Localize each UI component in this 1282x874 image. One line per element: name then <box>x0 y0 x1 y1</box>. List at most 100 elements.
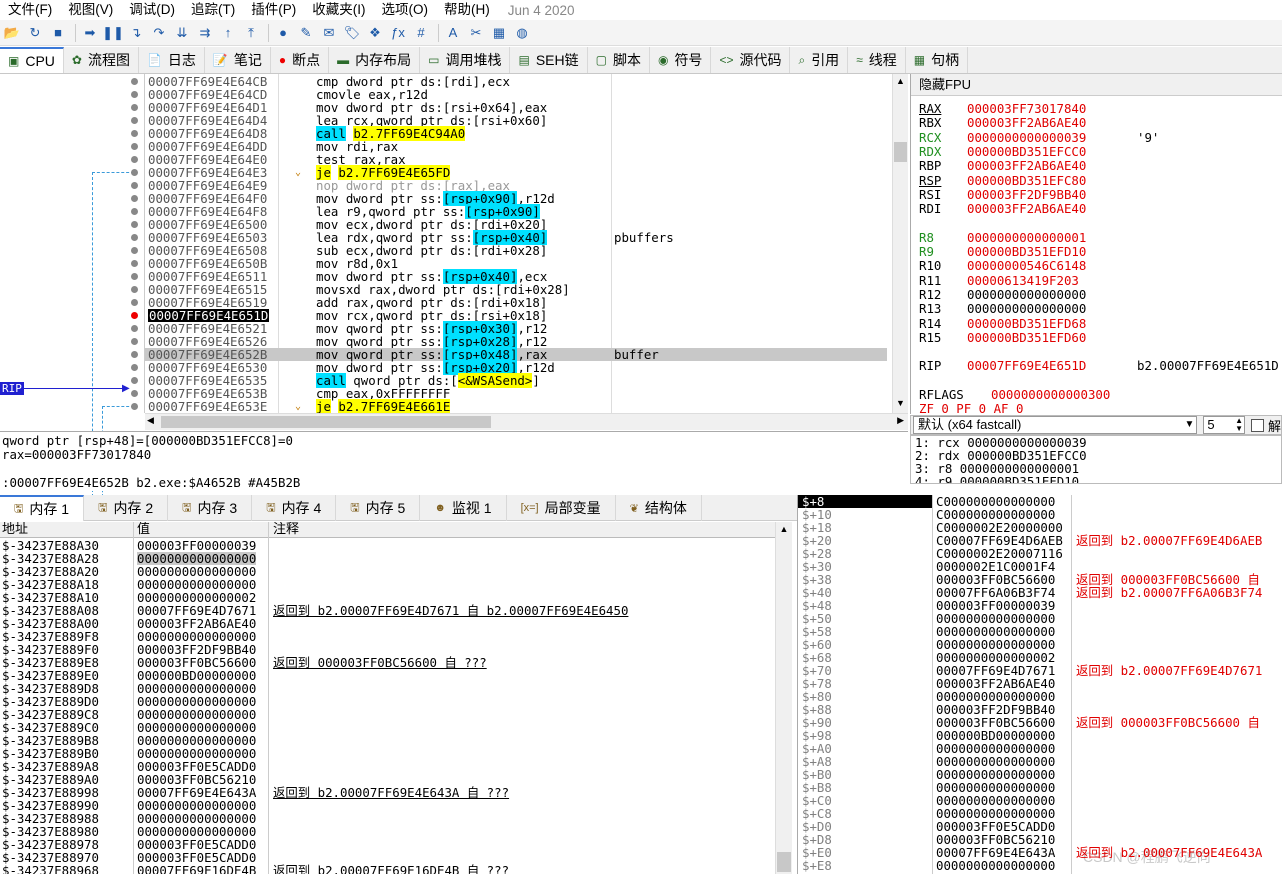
tab-threads[interactable]: ≈ 线程 <box>848 47 906 73</box>
col-address[interactable]: 地址 <box>2 522 28 538</box>
tab-seh[interactable]: ▤ SEH链 <box>510 47 588 73</box>
register-row[interactable]: R12 0000000000000000 <box>919 287 1086 302</box>
tab-graph[interactable]: ✿ 流程图 <box>64 47 139 73</box>
disassembly-scrollbar[interactable]: ▲ ▼ <box>892 74 908 413</box>
execute-till-return-icon[interactable]: ↑ <box>218 23 238 43</box>
comment-icon[interactable]: ✉ <box>319 23 339 43</box>
memory-dump-table[interactable]: 地址 值 注释 $-34237E88A30 000003FF00000039 $-3… <box>0 522 775 874</box>
register-row[interactable] <box>919 216 967 230</box>
register-row[interactable] <box>919 345 967 359</box>
breakpoint-dot-icon[interactable] <box>131 169 138 176</box>
tab-memory-4[interactable]: 🖫 内存 4 <box>252 495 337 521</box>
pause-icon[interactable]: ❚❚ <box>102 23 124 43</box>
scroll-thumb[interactable] <box>894 142 907 162</box>
breakpoint-dot-icon[interactable] <box>131 156 138 163</box>
menu-item[interactable]: 选项(O) <box>374 0 437 20</box>
breakpoint-dot-icon[interactable] <box>131 299 138 306</box>
register-row[interactable]: R15 000000BD351EFD60 <box>919 330 1086 345</box>
tab-script[interactable]: ▢ 脚本 <box>588 47 650 73</box>
breakpoint-dot-icon[interactable] <box>131 390 138 397</box>
trace-into-icon[interactable]: ⇊ <box>172 23 192 43</box>
col-value[interactable]: 值 <box>137 522 150 538</box>
calculator-icon[interactable]: ▦ <box>489 23 509 43</box>
registers-pane[interactable]: 隐藏FPU RAX 000003FF73017840 RBX 000003FF2AB6… <box>910 74 1282 414</box>
memory-row[interactable]: $-34237E889F8 0000000000000000 <box>0 630 775 643</box>
breakpoint-dot-icon[interactable] <box>131 286 138 293</box>
breakpoint-dot-icon[interactable] <box>131 130 138 137</box>
register-row[interactable]: RAX 000003FF73017840 <box>919 102 1086 116</box>
memory-row[interactable]: $-34237E889C0 0000000000000000 <box>0 721 775 734</box>
breakpoint-dot-icon[interactable] <box>131 377 138 384</box>
scroll-down-icon[interactable]: ▼ <box>893 396 908 410</box>
memory-row[interactable]: $-34237E88A18 0000000000000000 <box>0 578 775 591</box>
menu-item[interactable]: 插件(P) <box>243 0 304 20</box>
register-row[interactable]: ZF 0 PF 0 AF 0 <box>919 402 1023 414</box>
tab-references[interactable]: ⌕ 引用 <box>790 47 849 73</box>
scroll-thumb[interactable] <box>777 852 791 872</box>
breakpoint-dot-icon[interactable] <box>131 247 138 254</box>
tab-call-stack[interactable]: ▭ 调用堆栈 <box>420 47 511 73</box>
trace-over-icon[interactable]: ⇉ <box>195 23 215 43</box>
scroll-up-icon[interactable]: ▲ <box>776 524 792 534</box>
col-comment[interactable]: 注释 <box>273 522 299 538</box>
disassembly-hscrollbar[interactable]: ◀ ▶ <box>145 413 908 430</box>
breakpoint-dot-icon[interactable] <box>131 234 138 241</box>
memory-row[interactable]: $-34237E88988 0000000000000000 <box>0 812 775 825</box>
breakpoint-dot-icon[interactable] <box>131 260 138 267</box>
breakpoint-dot-icon[interactable] <box>131 312 138 319</box>
memory-row[interactable]: $-34237E88A08 00007FF69E4D7671 返回到 b2.0000… <box>0 604 775 617</box>
step-into-icon[interactable]: ↴ <box>126 23 146 43</box>
breakpoint-dot-icon[interactable] <box>131 351 138 358</box>
memory-row[interactable]: $-34237E88A30 000003FF00000039 <box>0 539 775 552</box>
register-row[interactable]: R10 00000000546C6148 <box>919 259 1086 273</box>
calling-convention-select[interactable]: 默认 (x64 fastcall) ▼ <box>913 416 1198 434</box>
step-over-icon[interactable]: ↷ <box>149 23 169 43</box>
breakpoint-icon[interactable]: ● <box>273 23 293 43</box>
breakpoint-dot-icon[interactable] <box>131 273 138 280</box>
memory-row[interactable]: $-34237E889D0 0000000000000000 <box>0 695 775 708</box>
breakpoint-dot-icon[interactable] <box>131 78 138 85</box>
tab-source[interactable]: <> 源代码 <box>711 47 791 73</box>
register-row[interactable]: RDI 000003FF2AB6AE40 <box>919 202 1086 216</box>
tab-notes[interactable]: 📝 笔记 <box>205 47 271 73</box>
register-row[interactable]: R8 0000000000000001 <box>919 230 1086 245</box>
restart-icon[interactable]: ↻ <box>25 23 45 43</box>
tab-memory-3[interactable]: 🖫 内存 3 <box>168 495 253 521</box>
tab-memory-map[interactable]: ▬ 内存布局 <box>329 47 421 73</box>
breakpoint-dot-icon[interactable] <box>131 403 138 410</box>
menu-item[interactable]: 调试(D) <box>121 0 183 20</box>
hash-icon[interactable]: # <box>411 23 431 43</box>
tab-memory-2[interactable]: 🖫 内存 2 <box>84 495 169 521</box>
scroll-up-icon[interactable]: ▲ <box>893 74 908 88</box>
menu-item[interactable]: 追踪(T) <box>183 0 243 20</box>
memory-row[interactable]: $-34237E88A28 0000000000000000 <box>0 552 775 565</box>
menu-item[interactable]: 视图(V) <box>60 0 121 20</box>
memory-row[interactable]: $-34237E889B0 0000000000000000 <box>0 747 775 760</box>
memory-row[interactable]: $-34237E889B8 0000000000000000 <box>0 734 775 747</box>
tab-cpu[interactable]: ▣ CPU <box>0 47 64 73</box>
lock-checkbox[interactable] <box>1251 418 1264 432</box>
breakpoint-dot-icon[interactable] <box>131 208 138 215</box>
memory-row[interactable]: $-34237E88990 0000000000000000 <box>0 799 775 812</box>
stop-icon[interactable]: ■ <box>48 23 68 43</box>
stack-row[interactable]: $+E8 0000000000000000 <box>798 859 1282 872</box>
register-row[interactable]: RSI 000003FF2DF9BB40 <box>919 187 1086 202</box>
memory-row[interactable]: $-34237E88A00 000003FF2AB6AE40 <box>0 617 775 630</box>
breakpoint-dot-icon[interactable] <box>131 364 138 371</box>
open-icon[interactable]: 📂 <box>2 23 22 43</box>
tab-breakpoint-dot[interactable]: ● 断点 <box>271 47 330 73</box>
register-row[interactable]: RBX 000003FF2AB6AE40 <box>919 116 1086 130</box>
scroll-right-icon[interactable]: ▶ <box>897 415 904 426</box>
scylla-icon[interactable]: ✂ <box>466 23 486 43</box>
register-row[interactable]: R11 00000613419F203 <box>919 273 1079 288</box>
register-row[interactable]: R14 000000BD351EFD68 <box>919 316 1086 331</box>
memory-row[interactable]: $-34237E88978 000003FF0E5CADD0 <box>0 838 775 851</box>
label-icon[interactable]: 🏷 <box>342 23 362 43</box>
register-row[interactable]: RCX 0000000000000039 '9' <box>919 130 1159 145</box>
breakpoint-dot-icon[interactable] <box>131 338 138 345</box>
register-row[interactable]: R13 0000000000000000 <box>919 302 1086 316</box>
memory-scrollbar[interactable]: ▲ <box>775 522 792 874</box>
register-row[interactable]: RSP 000000BD351EFC80 <box>919 173 1086 188</box>
menu-item[interactable]: 文件(F) <box>0 0 60 20</box>
memory-row[interactable]: $-34237E88968 00007FF69E16DE4B 返回到 b2.0000… <box>0 864 775 874</box>
